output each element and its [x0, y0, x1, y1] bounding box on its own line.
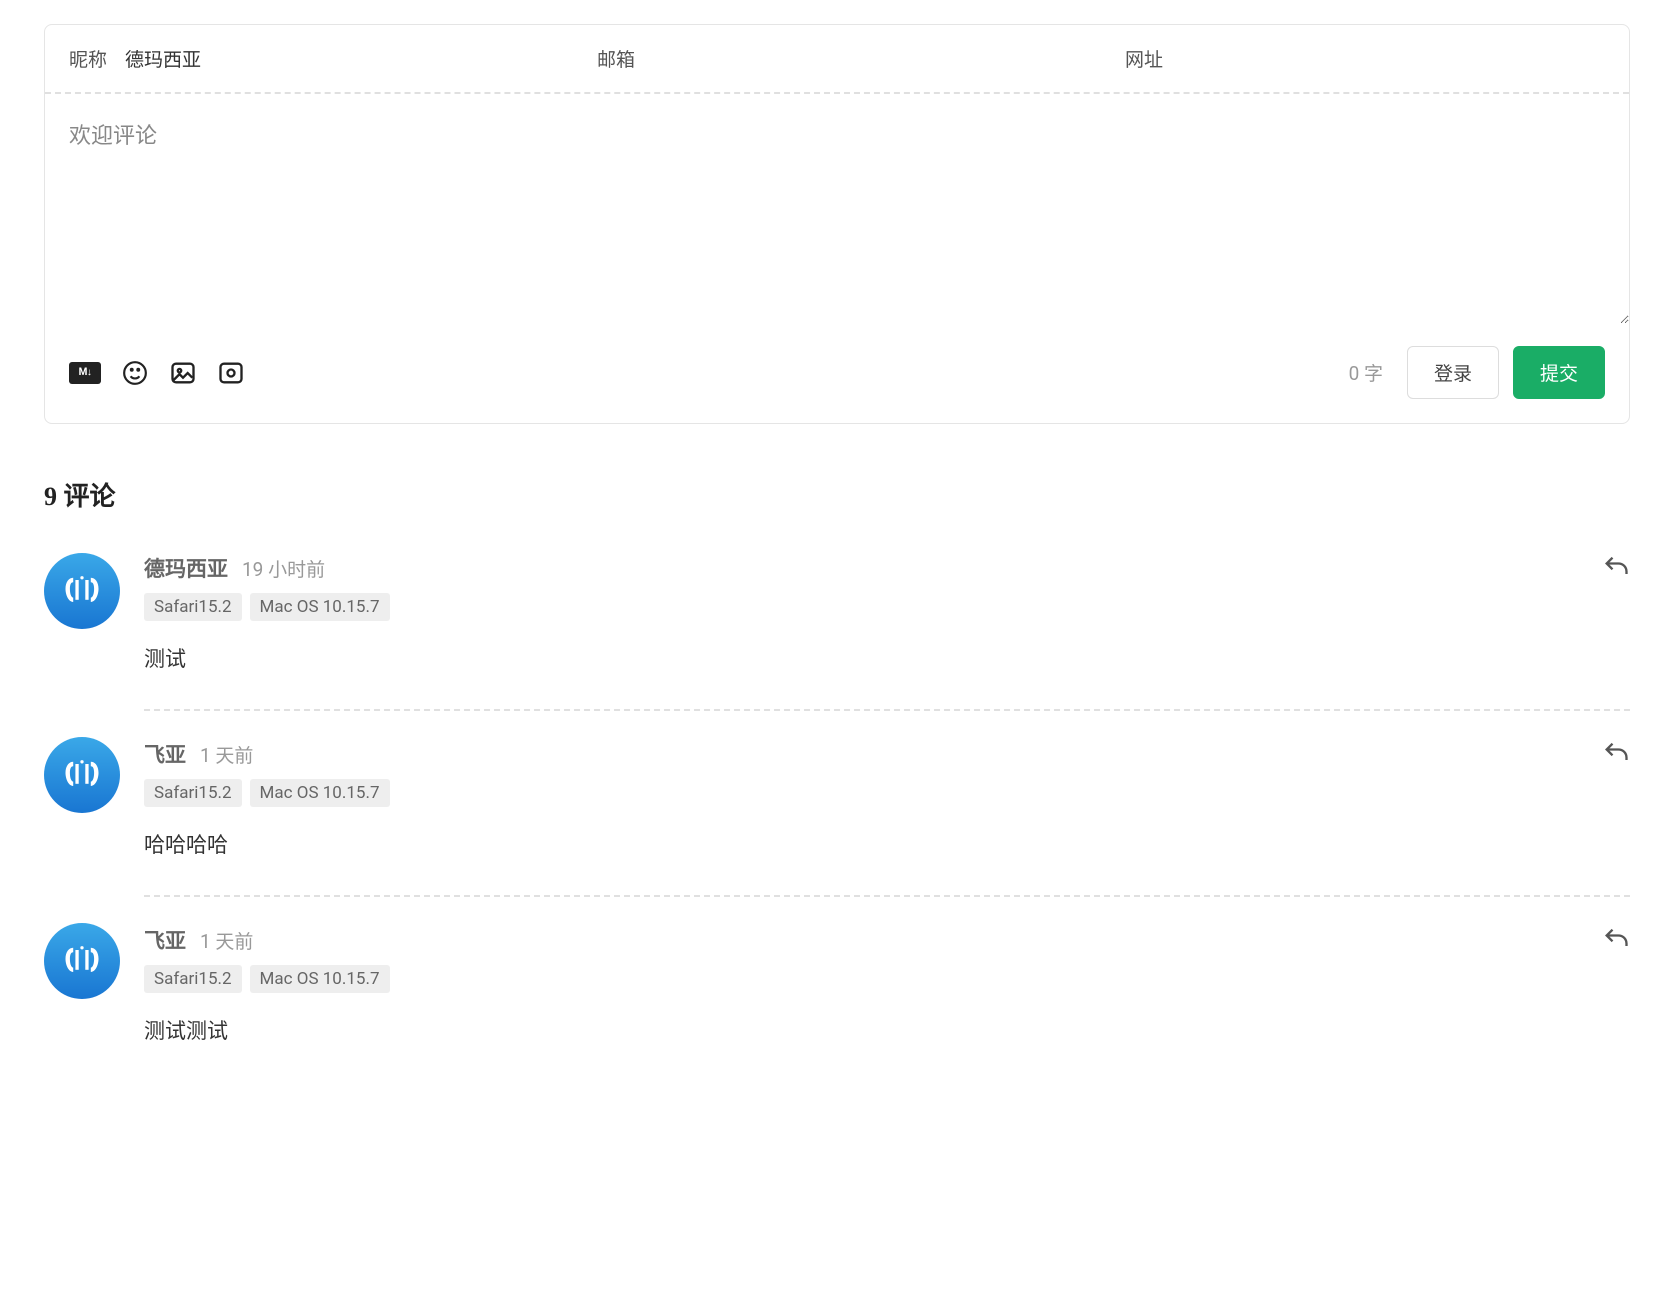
- submit-button[interactable]: 提交: [1513, 346, 1605, 399]
- comment-author: 飞亚: [144, 925, 186, 955]
- comment-time: 1 天前: [200, 927, 253, 954]
- email-label: 邮箱: [597, 45, 635, 72]
- comment-content: 测试: [144, 643, 1630, 673]
- nickname-input[interactable]: [125, 48, 549, 70]
- reply-icon[interactable]: [1602, 553, 1630, 585]
- comment-time: 19 小时前: [242, 555, 325, 582]
- comment-textarea[interactable]: [45, 94, 1629, 324]
- comment-body: 德玛西亚 19 小时前 Safari15.2 Mac OS 10.15.7 测试: [144, 553, 1630, 673]
- url-cell: 网址: [1101, 25, 1629, 92]
- comments-section: 9 评论 德玛西亚 19 小时前 Safari15.2 Mac OS 10.15…: [44, 476, 1630, 1081]
- email-input[interactable]: [653, 48, 1077, 70]
- preview-icon[interactable]: [217, 359, 245, 387]
- comment-item: 德玛西亚 19 小时前 Safari15.2 Mac OS 10.15.7 测试: [44, 553, 1630, 709]
- login-button[interactable]: 登录: [1407, 346, 1499, 399]
- comment-author: 飞亚: [144, 739, 186, 769]
- comment-body: 飞亚 1 天前 Safari15.2 Mac OS 10.15.7 哈哈哈哈: [144, 709, 1630, 859]
- avatar: [44, 553, 120, 629]
- emoji-icon[interactable]: [121, 359, 149, 387]
- browser-tag: Safari15.2: [144, 965, 242, 993]
- form-header: 昵称 邮箱 网址: [45, 25, 1629, 94]
- comment-content: 哈哈哈哈: [144, 829, 1630, 859]
- comment-author: 德玛西亚: [144, 553, 228, 583]
- toolbar: M↓: [69, 359, 245, 387]
- reply-icon[interactable]: [1602, 739, 1630, 771]
- comments-count-header: 9 评论: [44, 476, 1630, 513]
- reply-icon[interactable]: [1602, 925, 1630, 957]
- avatar: [44, 923, 120, 999]
- os-tag: Mac OS 10.15.7: [250, 779, 390, 807]
- markdown-icon[interactable]: M↓: [69, 362, 101, 384]
- nickname-cell: 昵称: [45, 25, 573, 92]
- comment-item: 飞亚 1 天前 Safari15.2 Mac OS 10.15.7 哈哈哈哈: [44, 709, 1630, 895]
- url-input[interactable]: [1181, 48, 1605, 70]
- comment-form: 昵称 邮箱 网址 M↓ 0 字 登录 提交: [44, 24, 1630, 424]
- email-cell: 邮箱: [573, 25, 1101, 92]
- comment-content: 测试测试: [144, 1015, 1630, 1045]
- avatar: [44, 737, 120, 813]
- comment-item: 飞亚 1 天前 Safari15.2 Mac OS 10.15.7 测试测试: [44, 895, 1630, 1081]
- os-tag: Mac OS 10.15.7: [250, 965, 390, 993]
- comment-body: 飞亚 1 天前 Safari15.2 Mac OS 10.15.7 测试测试: [144, 895, 1630, 1045]
- os-tag: Mac OS 10.15.7: [250, 593, 390, 621]
- nickname-label: 昵称: [69, 45, 107, 72]
- url-label: 网址: [1125, 45, 1163, 72]
- image-icon[interactable]: [169, 359, 197, 387]
- browser-tag: Safari15.2: [144, 779, 242, 807]
- comment-time: 1 天前: [200, 741, 253, 768]
- word-count: 0 字: [1349, 359, 1383, 386]
- browser-tag: Safari15.2: [144, 593, 242, 621]
- form-footer: M↓ 0 字 登录 提交: [45, 328, 1629, 423]
